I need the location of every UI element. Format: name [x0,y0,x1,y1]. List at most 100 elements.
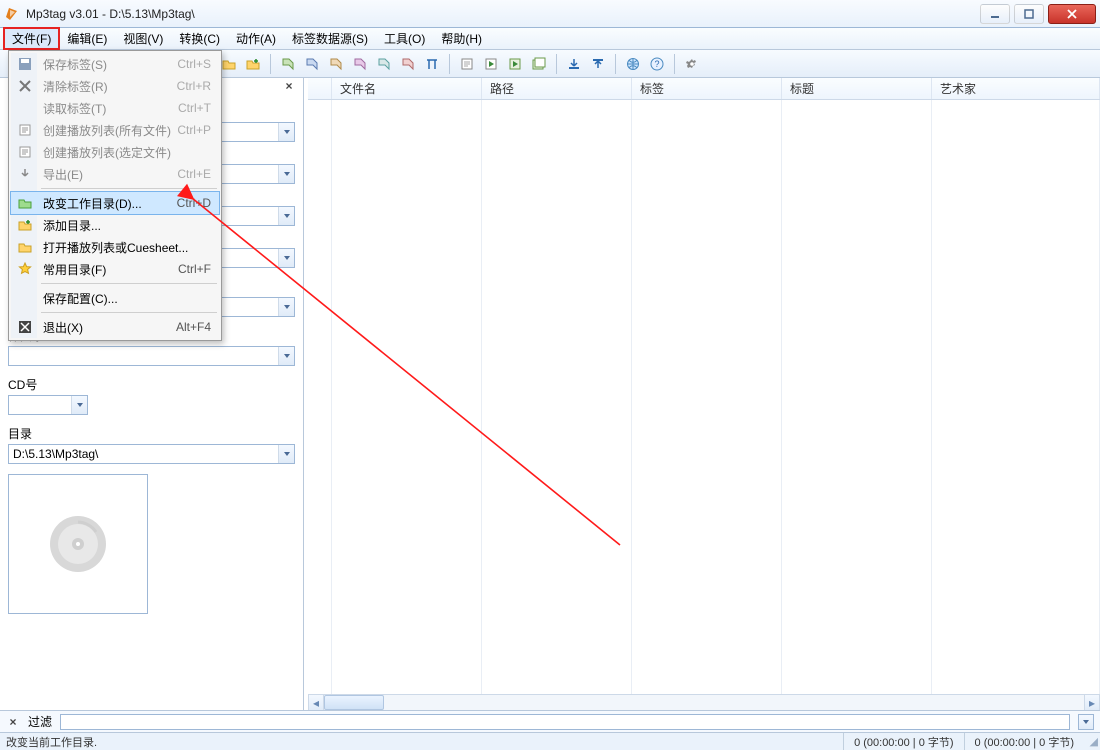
menuitem-label: 读取标签(T) [43,100,106,117]
chevron-down-icon[interactable] [278,249,294,267]
menuitem-C[interactable]: 保存配置(C)... [11,287,219,309]
menu-file[interactable]: 文件(F) [4,28,59,49]
toolbar-run-all-button[interactable] [528,53,550,75]
menuitem-E: 导出(E) Ctrl+E [11,163,219,185]
menuitem-R: 清除标签(R) Ctrl+R [11,75,219,97]
minimize-button[interactable] [980,4,1010,24]
menuitem-shortcut: Ctrl+P [177,123,211,137]
toolbar-help-button[interactable]: ? [646,53,668,75]
scroll-right-icon[interactable]: ▸ [1084,695,1100,710]
toolbar-run-button[interactable] [504,53,526,75]
toolbar-separator [674,54,675,74]
chevron-down-icon[interactable] [278,207,294,225]
menu-tools[interactable]: 工具(O) [376,28,433,49]
status-count-1: 0 (00:00:00 | 0 字节) [843,733,963,750]
toolbar-export-button[interactable] [587,53,609,75]
composer-combo[interactable] [8,346,295,366]
toolbar-separator [615,54,616,74]
menu-view[interactable]: 视图(V) [115,28,171,49]
select-all-header[interactable] [308,78,332,99]
menuitem-shortcut: Ctrl+R [177,79,211,93]
filter-input[interactable] [60,714,1070,730]
discno-combo[interactable] [8,395,88,415]
chevron-down-icon[interactable] [71,396,87,414]
toolbar-dir-add-button[interactable] [242,53,264,75]
menuitem-label: 导出(E) [43,166,83,183]
menu-edit[interactable]: 编辑(E) [59,28,115,49]
menuitem-X[interactable]: 退出(X)Alt+F4 [11,316,219,338]
toolbar-text-button[interactable] [421,53,443,75]
menuitem-shortcut: Ctrl+D [177,196,211,210]
toolbar-separator [556,54,557,74]
resize-grip-icon[interactable]: ◢ [1084,735,1100,748]
menu-tagsources[interactable]: 标签数据源(S) [284,28,376,49]
menuitem-label: 清除标签(R) [43,78,108,95]
toolbar-tag3-button[interactable] [325,53,347,75]
menuitem-F[interactable]: 常用目录(F) Ctrl+F [11,258,219,280]
menu-actions[interactable]: 动作(A) [228,28,284,49]
directory-combo[interactable]: D:\5.13\Mp3tag\ [8,444,295,464]
menuitem-shortcut: Ctrl+T [178,101,211,115]
scroll-left-icon[interactable]: ◂ [308,695,324,710]
chevron-down-icon[interactable] [278,165,294,183]
col-tag[interactable]: 标签 [632,78,782,99]
col-filename[interactable]: 文件名 [332,78,482,99]
menuitem-label: 添加目录... [43,217,101,234]
menuitem-label: 保存标签(S) [43,56,107,73]
openpl-icon [17,239,33,255]
toolbar-globe-button[interactable] [622,53,644,75]
scroll-thumb[interactable] [324,695,384,710]
toolbar-settings-button[interactable] [681,53,703,75]
col-path[interactable]: 路径 [482,78,632,99]
cover-art-box[interactable] [8,474,148,614]
toolbar-tag2-button[interactable] [301,53,323,75]
col-artist[interactable]: 艺术家 [932,78,1100,99]
menuitem-S: 保存标签(S)Ctrl+S [11,53,219,75]
toolbar-tag1-button[interactable] [277,53,299,75]
star-icon [17,261,33,277]
chevron-down-icon[interactable] [278,347,294,365]
col-title[interactable]: 标题 [782,78,932,99]
menuitem-label: 打开播放列表或Cuesheet... [43,239,188,256]
toolbar-tag4-button[interactable] [349,53,371,75]
menuitem-T: 读取标签(T) Ctrl+T [11,97,219,119]
menuitem-item[interactable]: 添加目录... [11,214,219,236]
window-buttons [976,4,1096,24]
discno-label: CD号 [8,376,295,393]
menuitem-shortcut: Ctrl+F [178,262,211,276]
toolbar-separator [270,54,271,74]
exit-icon [17,319,33,335]
toolbar-tag6-button[interactable] [397,53,419,75]
file-menu: 保存标签(S)Ctrl+S 清除标签(R) Ctrl+R 读取标签(T) Ctrl+T 创… [8,50,222,341]
filter-label: 过滤 [28,713,52,730]
menu-convert[interactable]: 转换(C) [171,28,228,49]
chevron-down-icon[interactable] [278,445,294,463]
menu-separator [41,188,217,189]
toolbar-tag5-button[interactable] [373,53,395,75]
directory-value: D:\5.13\Mp3tag\ [9,447,278,461]
chevron-down-icon[interactable] [278,298,294,316]
menuitem-D[interactable]: 改变工作目录(D)... Ctrl+D [11,192,219,214]
menuitem-item: 创建播放列表(所有文件)Ctrl+P [11,119,219,141]
close-button[interactable] [1048,4,1096,24]
list-body[interactable] [308,100,1100,694]
maximize-button[interactable] [1014,4,1044,24]
menuitem-item: 创建播放列表(选定文件) [11,141,219,163]
menuitem-shortcut: Ctrl+E [177,167,211,181]
menuitem-label: 常用目录(F) [43,261,106,278]
app-icon [4,6,20,22]
filter-drop-icon[interactable] [1078,714,1094,730]
chevron-down-icon[interactable] [278,123,294,141]
toolbar-action-button[interactable] [456,53,478,75]
export-icon [17,166,33,182]
toolbar-import-button[interactable] [563,53,585,75]
blank-icon [17,290,33,306]
menuitem-label: 改变工作目录(D)... [43,195,142,212]
menuitem-Cuesheet[interactable]: 打开播放列表或Cuesheet... [11,236,219,258]
panel-close-icon[interactable]: × [281,78,297,94]
horizontal-scrollbar[interactable]: ◂ ▸ [308,694,1100,710]
toolbar-action-run-button[interactable] [480,53,502,75]
file-list: 文件名 路径 标签 标题 艺术家 ◂ ▸ [308,78,1100,710]
filter-close-icon[interactable]: × [6,715,20,729]
menu-help[interactable]: 帮助(H) [433,28,490,49]
